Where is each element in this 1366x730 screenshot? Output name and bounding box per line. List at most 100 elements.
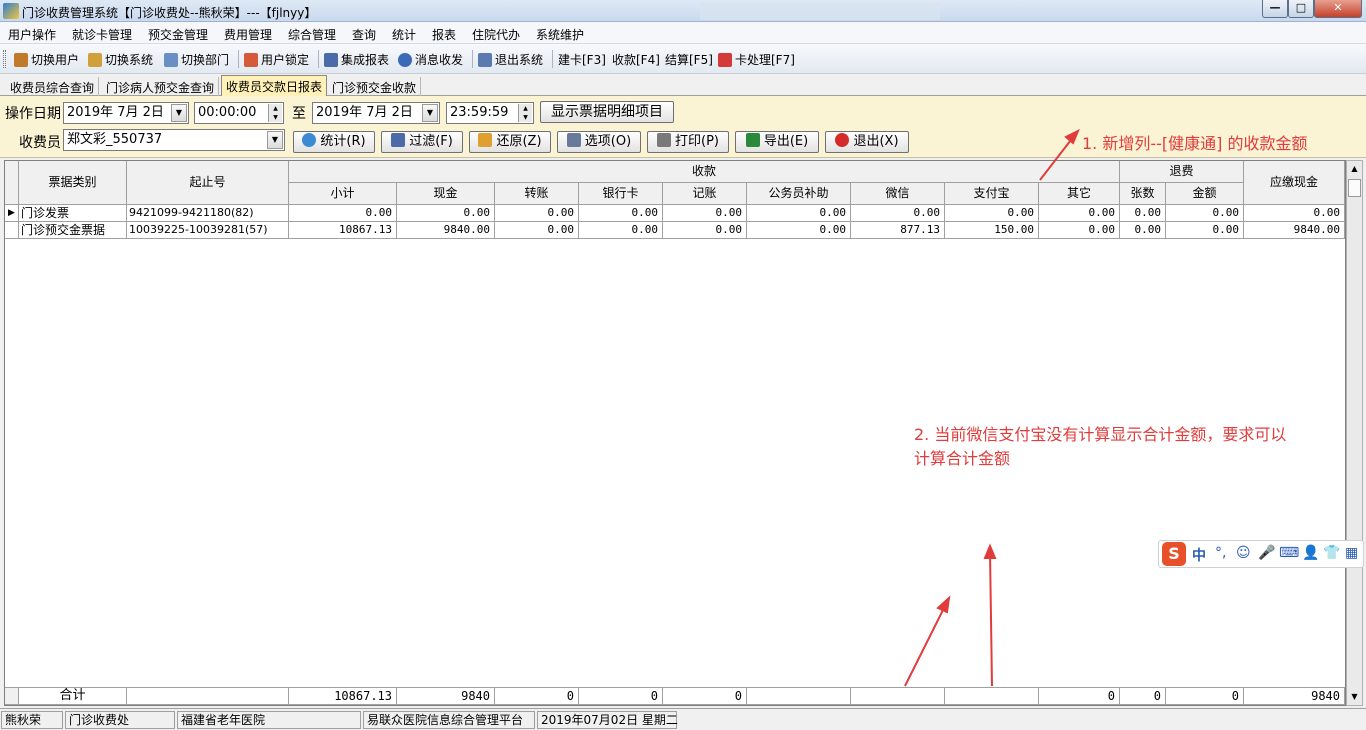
minimize-button[interactable]: — (1262, 0, 1288, 18)
col-header-refund-amount[interactable]: 金额 (1166, 183, 1244, 205)
chevron-down-icon[interactable]: ▼ (171, 104, 187, 122)
microphone-icon[interactable]: 🎤 (1258, 545, 1275, 561)
menu-card-management[interactable]: 就诊卡管理 (72, 26, 132, 43)
cell-due-cash[interactable]: 0.00 (1244, 205, 1345, 222)
col-header-account[interactable]: 记账 (663, 183, 747, 205)
cell-bank-card[interactable]: 0.00 (579, 205, 663, 222)
menu-reports[interactable]: 报表 (432, 26, 456, 43)
switch-system-button[interactable]: 切换系统 (88, 51, 153, 68)
cell-cash[interactable]: 9840.00 (397, 222, 495, 239)
skin-icon[interactable]: 👕 (1323, 545, 1340, 561)
menu-inpatient-agent[interactable]: 住院代办 (472, 26, 520, 43)
exit-button[interactable]: 退出(X) (825, 131, 909, 153)
menu-deposit-management[interactable]: 预交金管理 (148, 26, 208, 43)
tab-cashier-query[interactable]: 收费员综合查询 (6, 77, 100, 96)
menu-fee-management[interactable]: 费用管理 (224, 26, 272, 43)
tab-deposit-collection[interactable]: 门诊预交金收款 (328, 77, 422, 96)
col-header-cash[interactable]: 现金 (397, 183, 495, 205)
keyboard-icon[interactable]: ⌨ (1279, 545, 1299, 561)
cell-refund-amount[interactable]: 0.00 (1166, 205, 1244, 222)
cell-subtotal[interactable]: 10867.13 (289, 222, 397, 239)
integrated-report-button[interactable]: 集成报表 (324, 51, 389, 68)
user-lock-button[interactable]: 用户锁定 (244, 51, 309, 68)
cell-civil-subsidy[interactable]: 0.00 (747, 222, 851, 239)
col-header-refund-count[interactable]: 张数 (1120, 183, 1166, 205)
export-button[interactable]: 导出(E) (735, 131, 819, 153)
exit-system-button[interactable]: 退出系统 (478, 51, 543, 68)
cell-other[interactable]: 0.00 (1039, 205, 1120, 222)
chevron-down-icon[interactable]: ▼ (422, 104, 438, 122)
toolbar-grip[interactable] (3, 50, 6, 68)
cell-bank-card[interactable]: 0.00 (579, 222, 663, 239)
cell-due-cash[interactable]: 9840.00 (1244, 222, 1345, 239)
vertical-scrollbar[interactable]: ▲ ▼ (1346, 160, 1363, 706)
end-time-input[interactable]: 23:59:59 ▲ ▼ (446, 102, 534, 124)
messages-button[interactable]: 消息收发 (398, 51, 463, 68)
switch-department-button[interactable]: 切换部门 (164, 51, 229, 68)
cell-account[interactable]: 0.00 (663, 222, 747, 239)
col-header-bank-card[interactable]: 银行卡 (579, 183, 663, 205)
show-receipt-details-button[interactable]: 显示票据明细项目 (540, 101, 674, 123)
filter-button[interactable]: 过滤(F) (381, 131, 463, 153)
start-date-picker[interactable]: 2019年 7月 2日 ▼ (63, 102, 189, 124)
cell-civil-subsidy[interactable]: 0.00 (747, 205, 851, 222)
sogou-logo-icon[interactable]: S (1162, 542, 1186, 566)
restore-button[interactable]: 还原(Z) (469, 131, 551, 153)
tab-patient-deposit-query[interactable]: 门诊病人预交金查询 (102, 77, 220, 96)
menu-general-management[interactable]: 综合管理 (288, 26, 336, 43)
end-date-picker[interactable]: 2019年 7月 2日 ▼ (312, 102, 440, 124)
cell-alipay[interactable]: 0.00 (945, 205, 1039, 222)
cell-alipay[interactable]: 150.00 (945, 222, 1039, 239)
switch-user-button[interactable]: 切换用户 (14, 51, 79, 68)
cell-number-range[interactable]: 9421099-9421180(82) (127, 205, 289, 222)
statistics-button[interactable]: 统计(R) (293, 131, 375, 153)
punctuation-icon[interactable]: °, (1215, 545, 1226, 561)
start-time-input[interactable]: 00:00:00 ▲ ▼ (194, 102, 284, 124)
create-card-button[interactable]: 建卡[F3] (558, 51, 606, 68)
scroll-down-icon[interactable]: ▼ (1347, 689, 1362, 705)
cell-number-range[interactable]: 10039225-10039281(57) (127, 222, 289, 239)
maximize-button[interactable]: □ (1288, 0, 1314, 18)
cell-wechat[interactable]: 0.00 (851, 205, 945, 222)
collect-payment-button[interactable]: 收款[F4] (612, 51, 660, 68)
cell-subtotal[interactable]: 0.00 (289, 205, 397, 222)
col-header-other[interactable]: 其它 (1039, 183, 1120, 205)
scroll-thumb[interactable] (1348, 179, 1361, 197)
options-button[interactable]: 选项(O) (557, 131, 641, 153)
col-header-wechat[interactable]: 微信 (851, 183, 945, 205)
cell-cash[interactable]: 0.00 (397, 205, 495, 222)
ime-toolbar[interactable]: S 中 °, ☺ 🎤 ⌨ 👤 👕 ▦ (1158, 540, 1364, 568)
menu-system-maintenance[interactable]: 系统维护 (536, 26, 584, 43)
card-processing-button[interactable]: 卡处理[F7] (718, 51, 795, 68)
col-header-due-cash[interactable]: 应缴现金 (1244, 161, 1345, 205)
close-button[interactable]: ✕ (1314, 0, 1362, 18)
col-header-civil-subsidy[interactable]: 公务员补助 (747, 183, 851, 205)
chinese-mode-icon[interactable]: 中 (1192, 545, 1206, 565)
emoji-icon[interactable]: ☺ (1236, 545, 1251, 561)
cell-account[interactable]: 0.00 (663, 205, 747, 222)
col-header-subtotal[interactable]: 小计 (289, 183, 397, 205)
cell-refund-count[interactable]: 0.00 (1120, 205, 1166, 222)
col-header-alipay[interactable]: 支付宝 (945, 183, 1039, 205)
cell-transfer[interactable]: 0.00 (495, 205, 579, 222)
col-header-receipt-type[interactable]: 票据类别 (19, 161, 127, 205)
menu-query[interactable]: 查询 (352, 26, 376, 43)
cell-refund-amount[interactable]: 0.00 (1166, 222, 1244, 239)
tab-cashier-daily-report[interactable]: 收费员交款日报表 (221, 75, 328, 96)
menu-statistics[interactable]: 统计 (392, 26, 416, 43)
spinner-icon[interactable]: ▲ ▼ (518, 104, 532, 122)
cell-receipt-type[interactable]: 门诊预交金票据 (19, 222, 127, 239)
menu-user-ops[interactable]: 用户操作 (8, 26, 56, 43)
grid-menu-icon[interactable]: ▦ (1345, 545, 1358, 561)
cell-transfer[interactable]: 0.00 (495, 222, 579, 239)
cell-receipt-type[interactable]: 门诊发票 (19, 205, 127, 222)
spinner-icon[interactable]: ▲ ▼ (268, 104, 282, 122)
scroll-up-icon[interactable]: ▲ (1347, 161, 1362, 177)
cell-wechat[interactable]: 877.13 (851, 222, 945, 239)
cashier-select[interactable]: 郑文彩_550737 ▼ (63, 129, 285, 151)
col-header-number-range[interactable]: 起止号 (127, 161, 289, 205)
settle-button[interactable]: 结算[F5] (665, 51, 713, 68)
cell-refund-count[interactable]: 0.00 (1120, 222, 1166, 239)
cell-other[interactable]: 0.00 (1039, 222, 1120, 239)
col-header-transfer[interactable]: 转账 (495, 183, 579, 205)
